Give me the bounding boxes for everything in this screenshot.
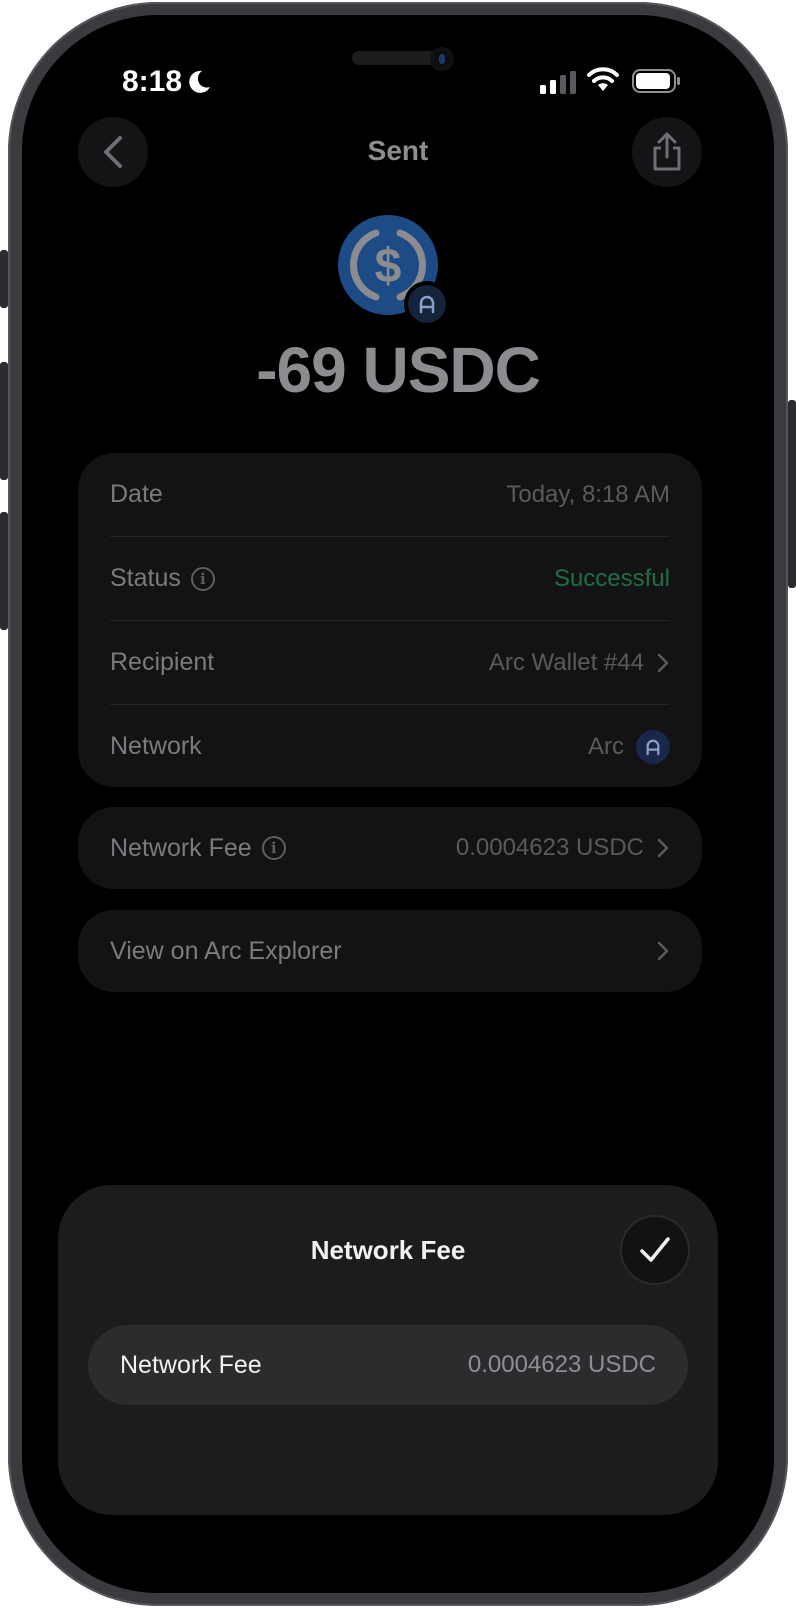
transaction-amount: -69 USDC	[256, 334, 541, 406]
status-time: 8:18	[122, 65, 183, 98]
network-value: Arc	[588, 732, 624, 760]
network-row: Network Arc	[110, 705, 670, 788]
share-button[interactable]	[632, 117, 702, 187]
info-icon[interactable]: i	[261, 836, 286, 860]
power-button	[788, 400, 796, 588]
done-button[interactable]	[622, 1217, 688, 1283]
arc-icon	[636, 729, 670, 764]
svg-text:$: $	[375, 240, 402, 293]
battery-icon	[632, 69, 680, 93]
network-label: Network	[110, 732, 202, 760]
signal-icon	[540, 71, 576, 94]
chevron-right-icon	[657, 653, 669, 672]
info-icon[interactable]: i	[190, 566, 215, 591]
date-value: Today, 8:18 AM	[506, 480, 670, 508]
action-button	[0, 250, 8, 308]
recipient-label: Recipient	[110, 648, 215, 676]
recipient-value: Arc Wallet #44	[488, 648, 644, 676]
moon-icon	[189, 70, 210, 93]
checkmark-icon	[640, 1237, 670, 1262]
arc-badge-icon	[408, 285, 446, 323]
network-fee-sheet: Network Fee Network Fee 0.0004623 USDC	[58, 1185, 718, 1515]
screen: 8:18 Sent $ -69 USDC Date Today, 8:18 AM…	[22, 15, 774, 1593]
sheet-fee-row: Network Fee 0.0004623 USDC	[88, 1325, 688, 1405]
view-explorer-button[interactable]: View on Arc Explorer	[78, 910, 702, 992]
recipient-row[interactable]: Recipient Arc Wallet #44	[110, 621, 670, 704]
status-label: Status	[110, 564, 181, 592]
chevron-right-icon	[657, 941, 669, 961]
network-fee-card[interactable]: Network Fee i 0.0004623 USDC	[78, 807, 702, 889]
sheet-fee-label: Network Fee	[120, 1350, 262, 1379]
chevron-right-icon	[657, 838, 669, 858]
sheet-fee-value: 0.0004623 USDC	[467, 1351, 656, 1378]
sheet-title: Network Fee	[310, 1235, 466, 1265]
wifi-icon	[587, 67, 619, 91]
network-fee-value: 0.0004623 USDC	[455, 834, 644, 861]
date-row: Date Today, 8:18 AM	[110, 453, 670, 536]
status-row: Status i Successful	[110, 537, 670, 620]
date-label: Date	[110, 480, 163, 508]
camera-icon	[430, 47, 454, 71]
share-icon	[653, 132, 681, 171]
status-value: Successful	[553, 564, 670, 592]
view-explorer-label: View on Arc Explorer	[110, 936, 342, 965]
volume-up-button	[0, 362, 8, 480]
details-card: Date Today, 8:18 AM Status i Successful …	[78, 453, 702, 787]
volume-down-button	[0, 512, 8, 630]
network-fee-label: Network Fee	[110, 833, 252, 862]
